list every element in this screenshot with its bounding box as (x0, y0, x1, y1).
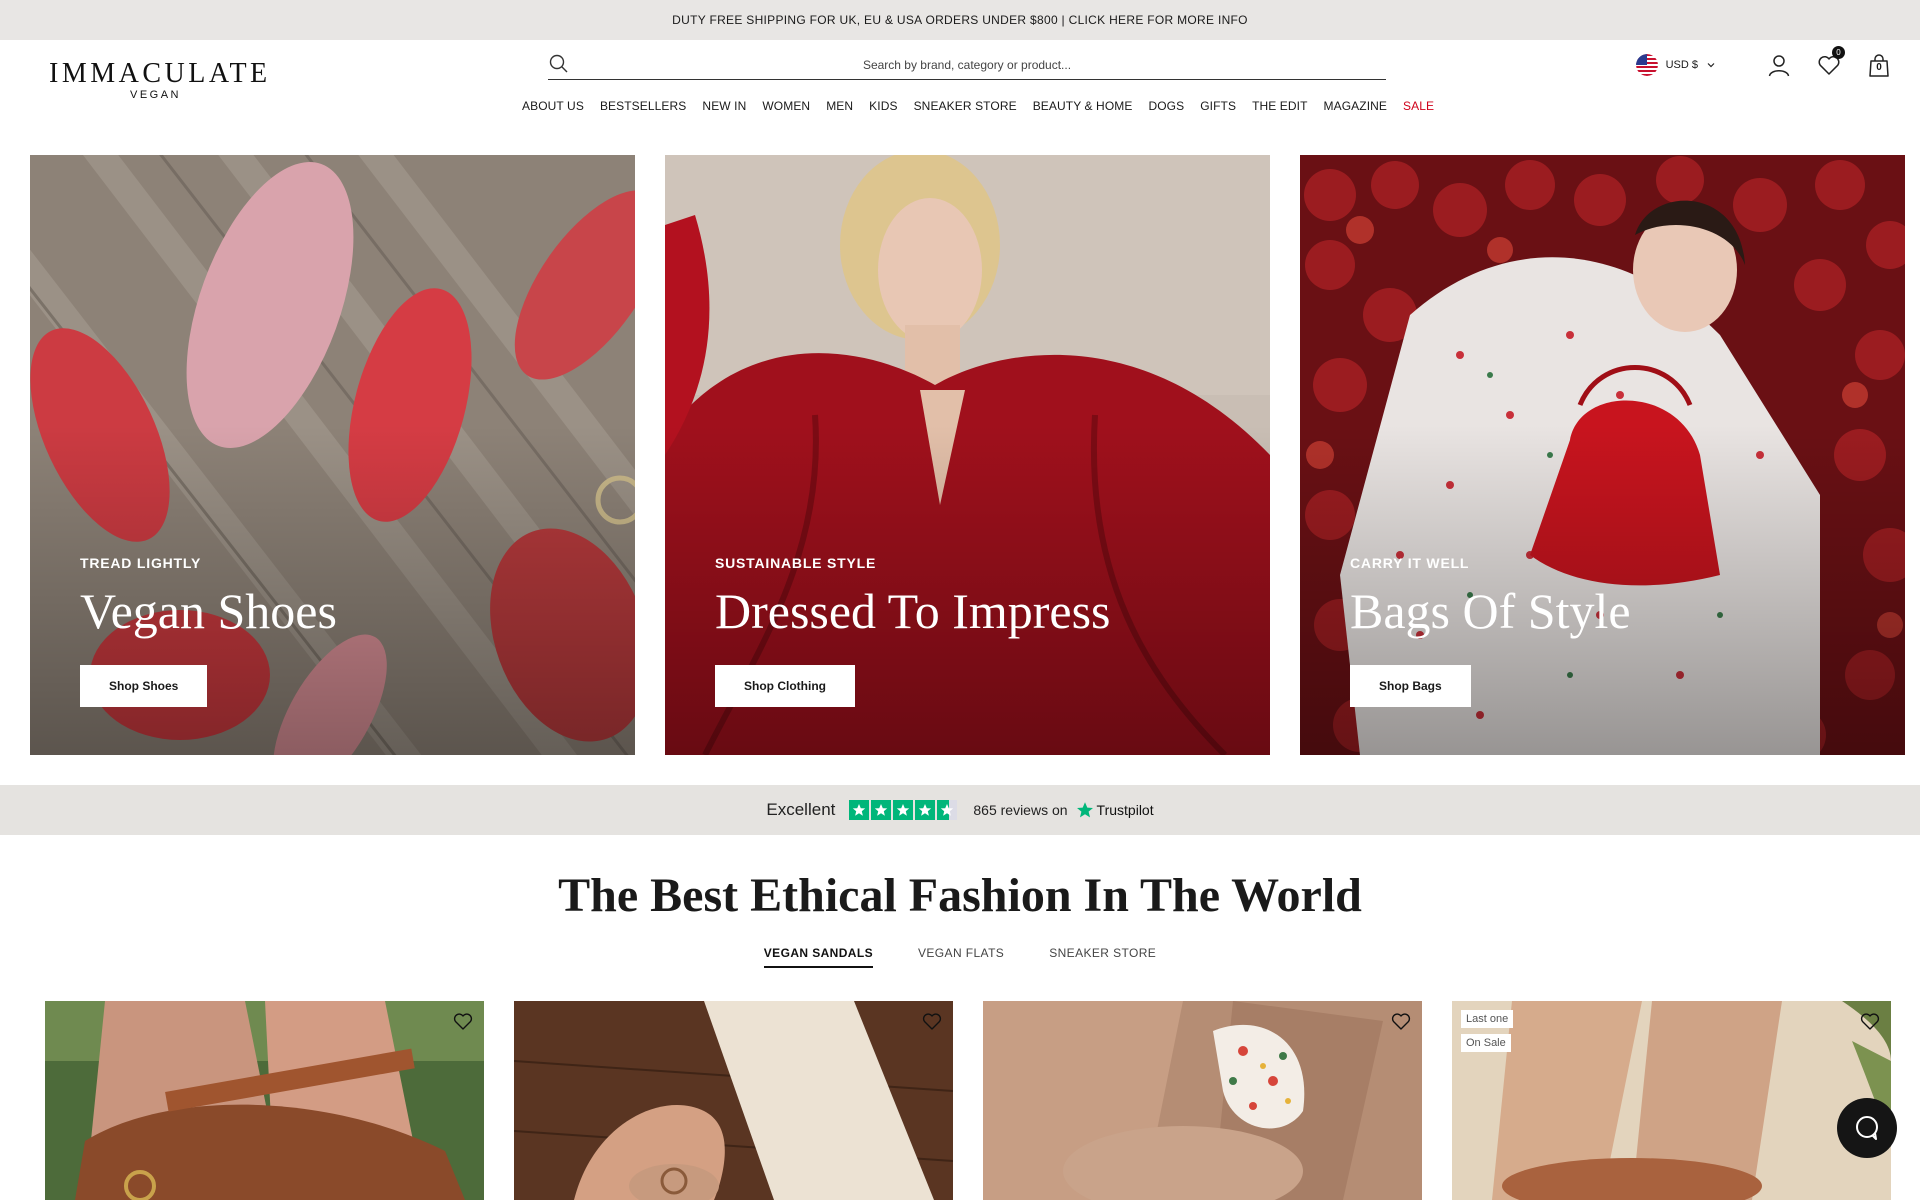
on-sale-badge: On Sale (1461, 1034, 1511, 1052)
nav-women[interactable]: WOMEN (762, 99, 810, 113)
trustpilot-rating-word: Excellent (766, 800, 836, 819)
wishlist-heart-icon[interactable] (452, 1010, 474, 1032)
star-icon (893, 800, 914, 820)
nav-kids[interactable]: KIDS (869, 99, 897, 113)
product-card[interactable] (45, 1001, 484, 1200)
tile-eyebrow: TREAD LIGHTLY (80, 555, 202, 571)
wishlist-heart-icon[interactable] (1859, 1010, 1881, 1032)
hero-tile-clothing[interactable]: SUSTAINABLE STYLE Dressed To Impress Sho… (665, 155, 1270, 755)
wishlist-count-badge: 0 (1832, 46, 1845, 59)
hero-tile-shoes[interactable]: TREAD LIGHTLY Vegan Shoes Shop Shoes (30, 155, 635, 755)
chevron-down-icon (1707, 63, 1715, 68)
currency-label: USD $ (1665, 59, 1698, 71)
star-icon (871, 800, 892, 820)
last-one-badge: Last one (1461, 1010, 1514, 1028)
currency-selector[interactable]: USD $ (1635, 54, 1716, 76)
nav-sneaker-store[interactable]: SNEAKER STORE (914, 99, 1017, 113)
section-title: The Best Ethical Fashion In The World (558, 869, 1362, 922)
tab-vegan-flats[interactable]: VEGAN FLATS (918, 946, 1004, 968)
tile-content: TREAD LIGHTLY Vegan Shoes Shop Shoes (80, 555, 337, 707)
cart-count: 0 (1876, 62, 1882, 73)
nav-sale[interactable]: SALE (1403, 99, 1434, 113)
tab-sneaker-store[interactable]: SNEAKER STORE (1049, 946, 1156, 968)
tile-content: SUSTAINABLE STYLE Dressed To Impress Sho… (715, 555, 1111, 707)
wishlist-heart-icon[interactable] (921, 1010, 943, 1032)
product-image (514, 1001, 953, 1200)
trustpilot-stars (849, 800, 958, 820)
header-tools: USD $ 0 0 (1635, 46, 1892, 78)
half-star-icon (937, 800, 958, 820)
trustpilot-bar[interactable]: Excellent 865 reviews on Trustpilot (0, 785, 1920, 835)
logo-sub-text: VEGAN (129, 89, 181, 101)
tile-title: Vegan Shoes (80, 583, 337, 639)
hero-tile-bags[interactable]: CARRY IT WELL Bags Of Style Shop Bags (1300, 155, 1905, 755)
main-nav: ABOUT US BESTSELLERS NEW IN WOMEN MEN KI… (522, 99, 1434, 113)
wishlist-heart-icon[interactable] (1390, 1010, 1412, 1032)
search-input[interactable] (548, 50, 1386, 79)
cart-button[interactable]: 0 (1866, 52, 1892, 78)
us-flag-icon (1635, 54, 1658, 76)
nav-bestsellers[interactable]: BESTSELLERS (600, 99, 686, 113)
product-card[interactable] (983, 1001, 1422, 1200)
product-image (983, 1001, 1422, 1200)
trustpilot-star-icon (1076, 802, 1093, 818)
trustpilot-brand: Trustpilot (1096, 802, 1154, 818)
tile-eyebrow: SUSTAINABLE STYLE (715, 555, 877, 571)
nav-about-us[interactable]: ABOUT US (522, 99, 584, 113)
category-tabs: VEGAN SANDALS VEGAN FLATS SNEAKER STORE (0, 946, 1920, 968)
tile-eyebrow: CARRY IT WELL (1350, 555, 1470, 571)
account-icon[interactable] (1766, 52, 1792, 78)
nav-magazine[interactable]: MAGAZINE (1324, 99, 1387, 113)
star-icon (849, 800, 870, 820)
product-image (1452, 1001, 1891, 1200)
product-image (45, 1001, 484, 1200)
wishlist-button[interactable]: 0 (1816, 46, 1845, 78)
shop-shoes-button[interactable]: Shop Shoes (80, 665, 208, 707)
nav-new-in[interactable]: NEW IN (702, 99, 746, 113)
search-bar (548, 50, 1386, 80)
hero-tiles: TREAD LIGHTLY Vegan Shoes Shop Shoes SUS… (30, 155, 1906, 755)
nav-men[interactable]: MEN (826, 99, 853, 113)
announcement-text[interactable]: DUTY FREE SHIPPING FOR UK, EU & USA ORDE… (672, 13, 1248, 27)
nav-gifts[interactable]: GIFTS (1200, 99, 1236, 113)
trustpilot-review-count: 865 reviews on (973, 802, 1068, 818)
star-icon (915, 800, 936, 820)
product-card[interactable] (514, 1001, 953, 1200)
nav-dogs[interactable]: DOGS (1148, 99, 1184, 113)
nav-the-edit[interactable]: THE EDIT (1252, 99, 1307, 113)
shop-bags-button[interactable]: Shop Bags (1350, 665, 1471, 707)
product-card[interactable]: Last one On Sale (1452, 1001, 1891, 1200)
tab-vegan-sandals[interactable]: VEGAN SANDALS (763, 946, 873, 968)
shop-clothing-button[interactable]: Shop Clothing (715, 665, 855, 707)
logo-main-text: IMMACULATE (49, 58, 271, 89)
product-tags: Last one On Sale (1461, 1010, 1514, 1052)
product-grid: Last one On Sale (45, 1001, 1891, 1200)
chat-bubble-icon (1856, 1116, 1878, 1140)
tile-title: Dressed To Impress (715, 583, 1111, 639)
search-icon[interactable] (548, 53, 570, 75)
tile-content: CARRY IT WELL Bags Of Style Shop Bags (1350, 555, 1631, 707)
chat-launcher-button[interactable] (1837, 1098, 1897, 1158)
nav-beauty-home[interactable]: BEAUTY & HOME (1033, 99, 1133, 113)
tile-title: Bags Of Style (1350, 583, 1631, 639)
trustpilot-logo: Trustpilot (1076, 801, 1154, 819)
site-logo[interactable]: IMMACULATE VEGAN (49, 58, 271, 102)
announcement-bar[interactable]: DUTY FREE SHIPPING FOR UK, EU & USA ORDE… (0, 0, 1920, 40)
